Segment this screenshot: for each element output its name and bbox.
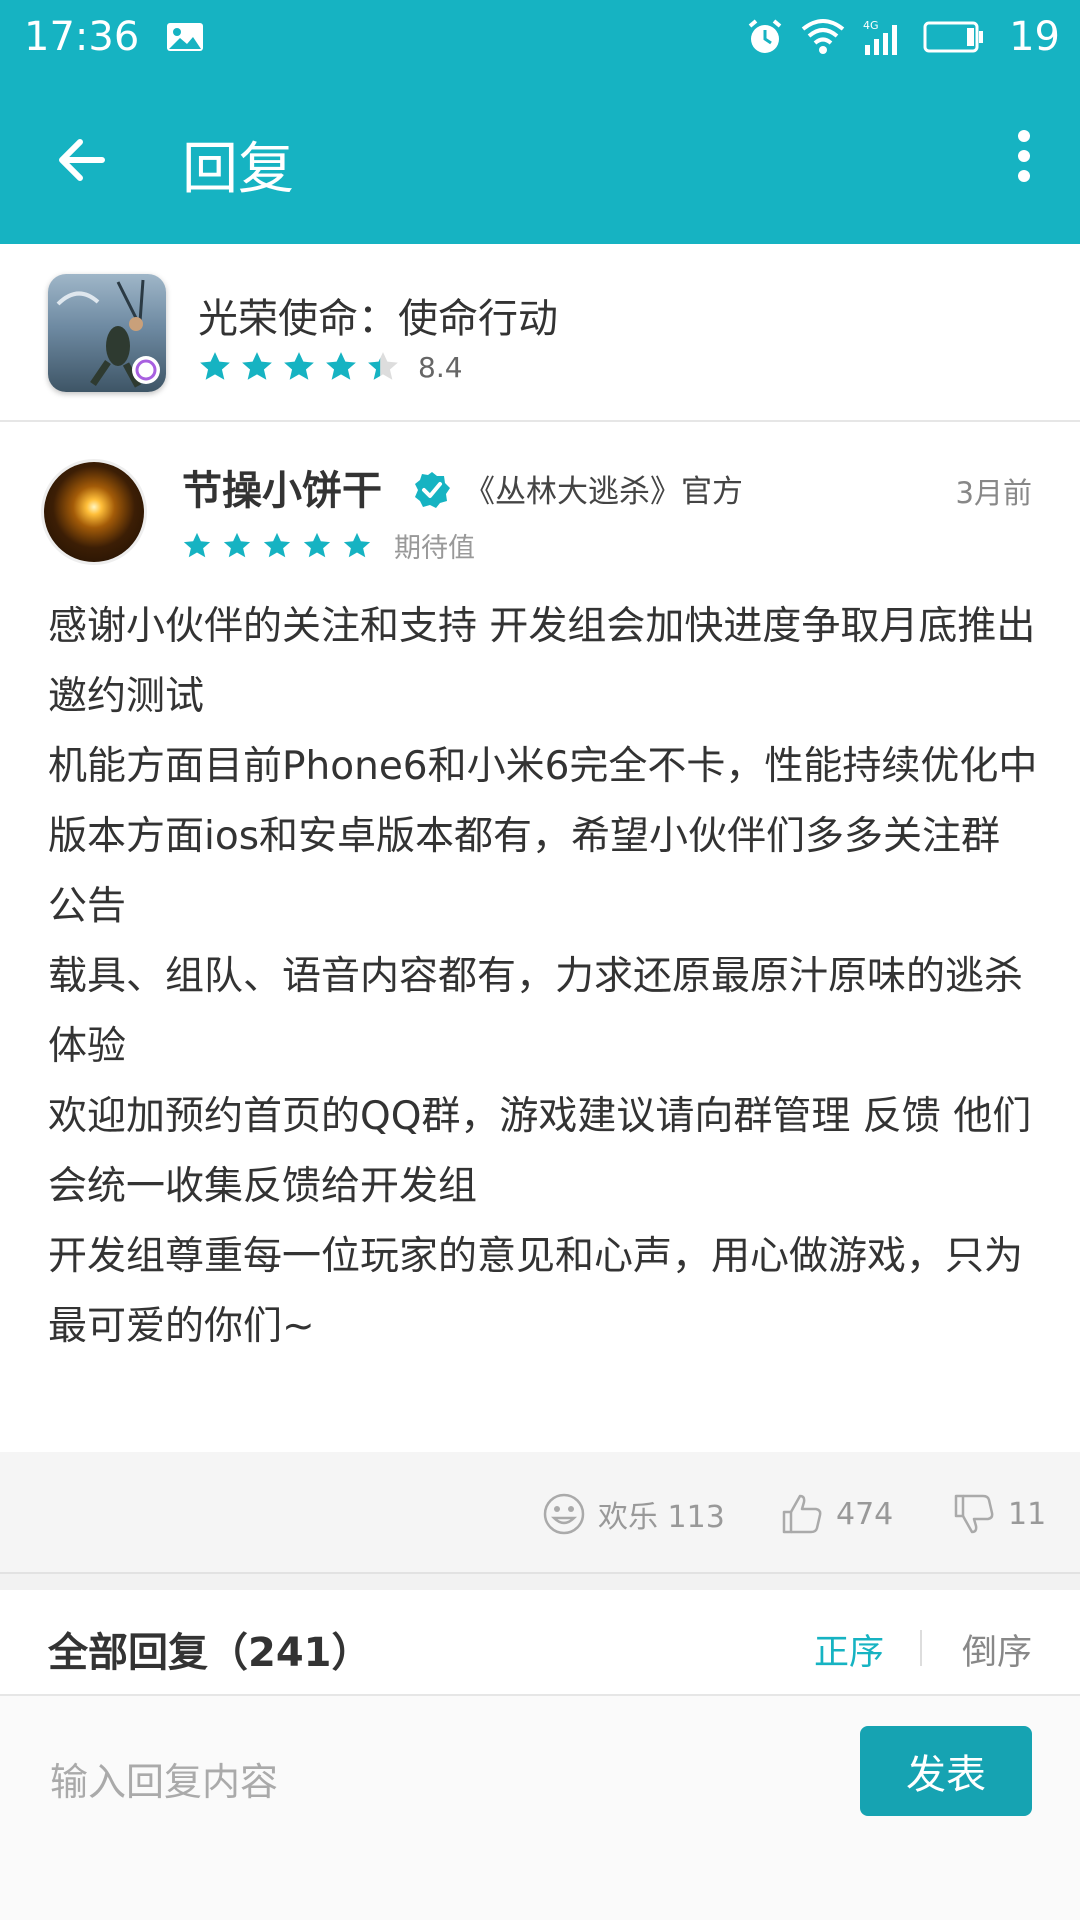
comment-paragraph: 载具、组队、语音内容都有，力求还原最原汁原味的逃杀体验 bbox=[48, 954, 1024, 1069]
comment-paragraph: 开发组尊重每一位玩家的意见和心声，用心做游戏，只为最可爱的你们~ bbox=[48, 1234, 1024, 1349]
thumbs-down-icon bbox=[954, 1494, 994, 1534]
comment-paragraph: 版本方面ios和安卓版本都有，希望小伙伴们多多关注群公告 bbox=[48, 814, 1001, 929]
comment-paragraph: 欢迎加预约首页的QQ群，游戏建议请向群管理 反馈 他们会统一收集反馈给开发组 bbox=[48, 1094, 1032, 1209]
status-bar: 17:36 4G 19 bbox=[0, 0, 1080, 74]
star-icon bbox=[183, 532, 211, 557]
star-partial-icon bbox=[368, 352, 398, 380]
section-divider bbox=[0, 1574, 1080, 1590]
star-icon bbox=[303, 532, 331, 557]
rating-label: 期待值 bbox=[394, 533, 475, 564]
status-icons: 4G 19 bbox=[745, 14, 1060, 60]
thumbs-up-icon bbox=[782, 1494, 822, 1534]
signal-4g-icon: 4G bbox=[863, 19, 898, 55]
arrow-left-icon[interactable] bbox=[52, 130, 112, 190]
fun-button[interactable]: 欢乐 113 bbox=[542, 1492, 725, 1536]
user-tag: 《丛林大逃杀》官方 bbox=[464, 474, 743, 510]
reply-input[interactable] bbox=[48, 1736, 812, 1828]
avatar[interactable] bbox=[44, 462, 144, 562]
username[interactable]: 节操小饼干 bbox=[182, 458, 382, 516]
reply-composer: 发表 bbox=[0, 1696, 1080, 1920]
comment-body: 感谢小伙伴的关注和支持 开发组会加快进度争取月底推出邀约测试 机能方面目前Pho… bbox=[48, 592, 1038, 1362]
comment-paragraph: 感谢小伙伴的关注和支持 开发组会加快进度争取月底推出邀约测试 bbox=[48, 604, 1036, 719]
svg-text:4G: 4G bbox=[863, 19, 879, 32]
fun-count: 欢乐 113 bbox=[598, 1500, 725, 1535]
sort-ascending-button[interactable]: 正序 bbox=[814, 1624, 884, 1675]
like-button[interactable]: 474 bbox=[780, 1492, 893, 1536]
replies-header: 全部回复（241） 正序 倒序 bbox=[0, 1590, 1080, 1696]
comment-paragraph: 机能方面目前Phone6和小米6完全不卡，性能持续优化中 bbox=[48, 744, 1038, 789]
comment-actions: 欢乐 113 474 11 bbox=[0, 1452, 1080, 1574]
sort-separator bbox=[920, 1630, 922, 1666]
wifi-icon bbox=[801, 19, 845, 54]
smile-icon bbox=[543, 1493, 585, 1535]
star-icon bbox=[343, 532, 371, 557]
gallery-icon bbox=[167, 23, 204, 51]
send-button[interactable]: 发表 bbox=[860, 1726, 1032, 1816]
star-icon bbox=[242, 352, 272, 380]
game-icon bbox=[48, 274, 166, 392]
star-icon bbox=[223, 532, 251, 557]
comment-time: 3月前 bbox=[955, 476, 1032, 510]
alarm-icon bbox=[748, 19, 782, 53]
verified-icon bbox=[415, 472, 450, 508]
like-count: 474 bbox=[836, 1496, 894, 1532]
star-icon bbox=[326, 352, 356, 380]
battery-icon bbox=[923, 21, 984, 53]
dislike-button[interactable]: 11 bbox=[952, 1492, 1046, 1536]
star-icon bbox=[263, 532, 291, 557]
game-rating: 8.4 bbox=[418, 350, 463, 384]
game-rating-stars: 8.4 bbox=[198, 350, 463, 384]
app-bar: 回复 bbox=[0, 74, 1080, 244]
game-card[interactable]: 光荣使命：使命行动 8.4 bbox=[0, 244, 1080, 422]
star-icon bbox=[200, 352, 230, 380]
page-title: 回复 bbox=[182, 137, 294, 202]
user-rating-stars: 期待值 bbox=[182, 526, 475, 565]
more-vertical-icon[interactable] bbox=[1004, 122, 1044, 194]
battery-level: 19 bbox=[1009, 14, 1060, 60]
status-time: 17:36 bbox=[24, 14, 140, 60]
star-icon bbox=[284, 352, 314, 380]
replies-title: 全部回复（241） bbox=[48, 1630, 372, 1676]
game-name: 光荣使命：使命行动 bbox=[198, 296, 558, 342]
sort-descending-button[interactable]: 倒序 bbox=[962, 1624, 1032, 1675]
dislike-count: 11 bbox=[1008, 1496, 1047, 1532]
